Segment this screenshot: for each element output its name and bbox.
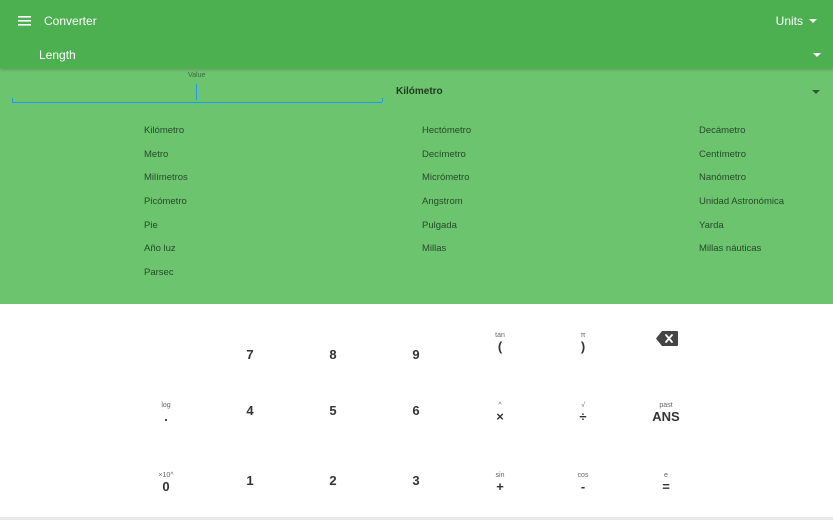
key-primary-label: 4 bbox=[246, 403, 254, 418]
units-menu-label: Units bbox=[775, 14, 803, 28]
unit-item[interactable]: Angstrom bbox=[422, 196, 463, 208]
key-primary-label: 0 bbox=[162, 479, 170, 494]
key-4[interactable]: 4 bbox=[210, 395, 290, 451]
key-primary-label: 9 bbox=[412, 347, 420, 362]
unit-item[interactable]: Decámetro bbox=[699, 125, 745, 137]
unit-item[interactable]: Millas bbox=[422, 243, 446, 255]
key-primary-label: 5 bbox=[329, 403, 337, 418]
key-minus[interactable]: cos - bbox=[543, 465, 623, 521]
text-cursor bbox=[196, 84, 197, 100]
unit-item[interactable]: Pie bbox=[144, 220, 158, 232]
key-equals[interactable]: e = bbox=[626, 465, 706, 521]
value-field-label: Value bbox=[188, 72, 206, 79]
value-input[interactable] bbox=[12, 84, 382, 103]
unit-item[interactable]: Unidad Astronómica bbox=[699, 196, 784, 208]
key-multiply[interactable]: ^ × bbox=[460, 395, 540, 451]
menu-button[interactable] bbox=[12, 8, 38, 34]
key-close-paren[interactable]: π ) bbox=[543, 325, 623, 381]
input-underline-end bbox=[12, 98, 13, 102]
key-decimal[interactable]: log . bbox=[126, 395, 206, 451]
unit-item[interactable]: Yarda bbox=[699, 220, 724, 232]
key-primary-label: 3 bbox=[412, 473, 420, 488]
key-divide[interactable]: √ ÷ bbox=[543, 395, 623, 451]
unit-item[interactable]: Kilómetro bbox=[144, 125, 184, 137]
target-unit-label: Kilómetro bbox=[396, 86, 443, 97]
dropdown-caret-icon bbox=[809, 19, 817, 23]
keypad: 7 8 9 tan ( π ) log . 4 5 6 ^ × √ ÷ past… bbox=[0, 305, 833, 520]
converter-panel: Value Kilómetro Kilómetro Metro Milímetr… bbox=[0, 68, 833, 304]
key-primary-label: ÷ bbox=[579, 409, 587, 424]
key-primary-label: ) bbox=[580, 339, 586, 354]
key-9[interactable]: 9 bbox=[376, 325, 456, 381]
unit-item[interactable]: Picómetro bbox=[144, 196, 187, 208]
key-plus[interactable]: sin + bbox=[460, 465, 540, 521]
key-primary-label: - bbox=[580, 479, 586, 494]
key-primary-label: 6 bbox=[412, 403, 420, 418]
unit-item[interactable]: Pulgada bbox=[422, 220, 457, 232]
unit-item[interactable]: Micrómetro bbox=[422, 172, 470, 184]
key-8[interactable]: 8 bbox=[293, 325, 373, 381]
key-1[interactable]: 1 bbox=[210, 465, 290, 521]
unit-item[interactable]: Metro bbox=[144, 149, 168, 161]
key-2[interactable]: 2 bbox=[293, 465, 373, 521]
category-dropdown[interactable]: Length bbox=[0, 42, 833, 68]
unit-item[interactable]: Año luz bbox=[144, 243, 176, 255]
key-primary-label: 2 bbox=[329, 473, 337, 488]
dropdown-caret-icon bbox=[813, 53, 821, 57]
app-title: Converter bbox=[44, 14, 97, 28]
key-7[interactable]: 7 bbox=[210, 325, 290, 381]
units-menu-button[interactable]: Units bbox=[776, 13, 817, 29]
key-open-paren[interactable]: tan ( bbox=[460, 325, 540, 381]
key-primary-label: ANS bbox=[652, 409, 680, 424]
key-ans[interactable]: past ANS bbox=[626, 395, 706, 451]
key-primary-label: 8 bbox=[329, 347, 337, 362]
backspace-button[interactable] bbox=[626, 325, 706, 381]
app-bar: Converter Units Length bbox=[0, 0, 833, 68]
category-label: Length bbox=[39, 48, 76, 62]
dropdown-caret-icon bbox=[812, 90, 820, 94]
key-5[interactable]: 5 bbox=[293, 395, 373, 451]
unit-item[interactable]: Decímetro bbox=[422, 149, 466, 161]
backspace-icon bbox=[656, 331, 678, 351]
key-primary-label: + bbox=[496, 479, 504, 494]
key-3[interactable]: 3 bbox=[376, 465, 456, 521]
input-underline-end bbox=[382, 98, 383, 102]
key-primary-label: = bbox=[662, 479, 670, 494]
key-0[interactable]: ×10^ 0 bbox=[126, 465, 206, 521]
key-primary-label: × bbox=[496, 409, 504, 424]
unit-item[interactable]: Parsec bbox=[144, 267, 174, 279]
unit-item[interactable]: Hectómetro bbox=[422, 125, 471, 137]
unit-item[interactable]: Millas náuticas bbox=[699, 243, 761, 255]
unit-item[interactable]: Nanómetro bbox=[699, 172, 746, 184]
unit-item[interactable]: Milímetros bbox=[144, 172, 188, 184]
key-primary-label: ( bbox=[497, 339, 503, 354]
target-unit-dropdown[interactable]: Kilómetro bbox=[396, 84, 826, 102]
key-primary-label: . bbox=[164, 409, 168, 424]
key-primary-label: 7 bbox=[246, 347, 254, 362]
key-primary-label: 1 bbox=[246, 473, 254, 488]
hamburger-icon bbox=[12, 8, 38, 34]
key-6[interactable]: 6 bbox=[376, 395, 456, 451]
unit-item[interactable]: Centímetro bbox=[699, 149, 746, 161]
